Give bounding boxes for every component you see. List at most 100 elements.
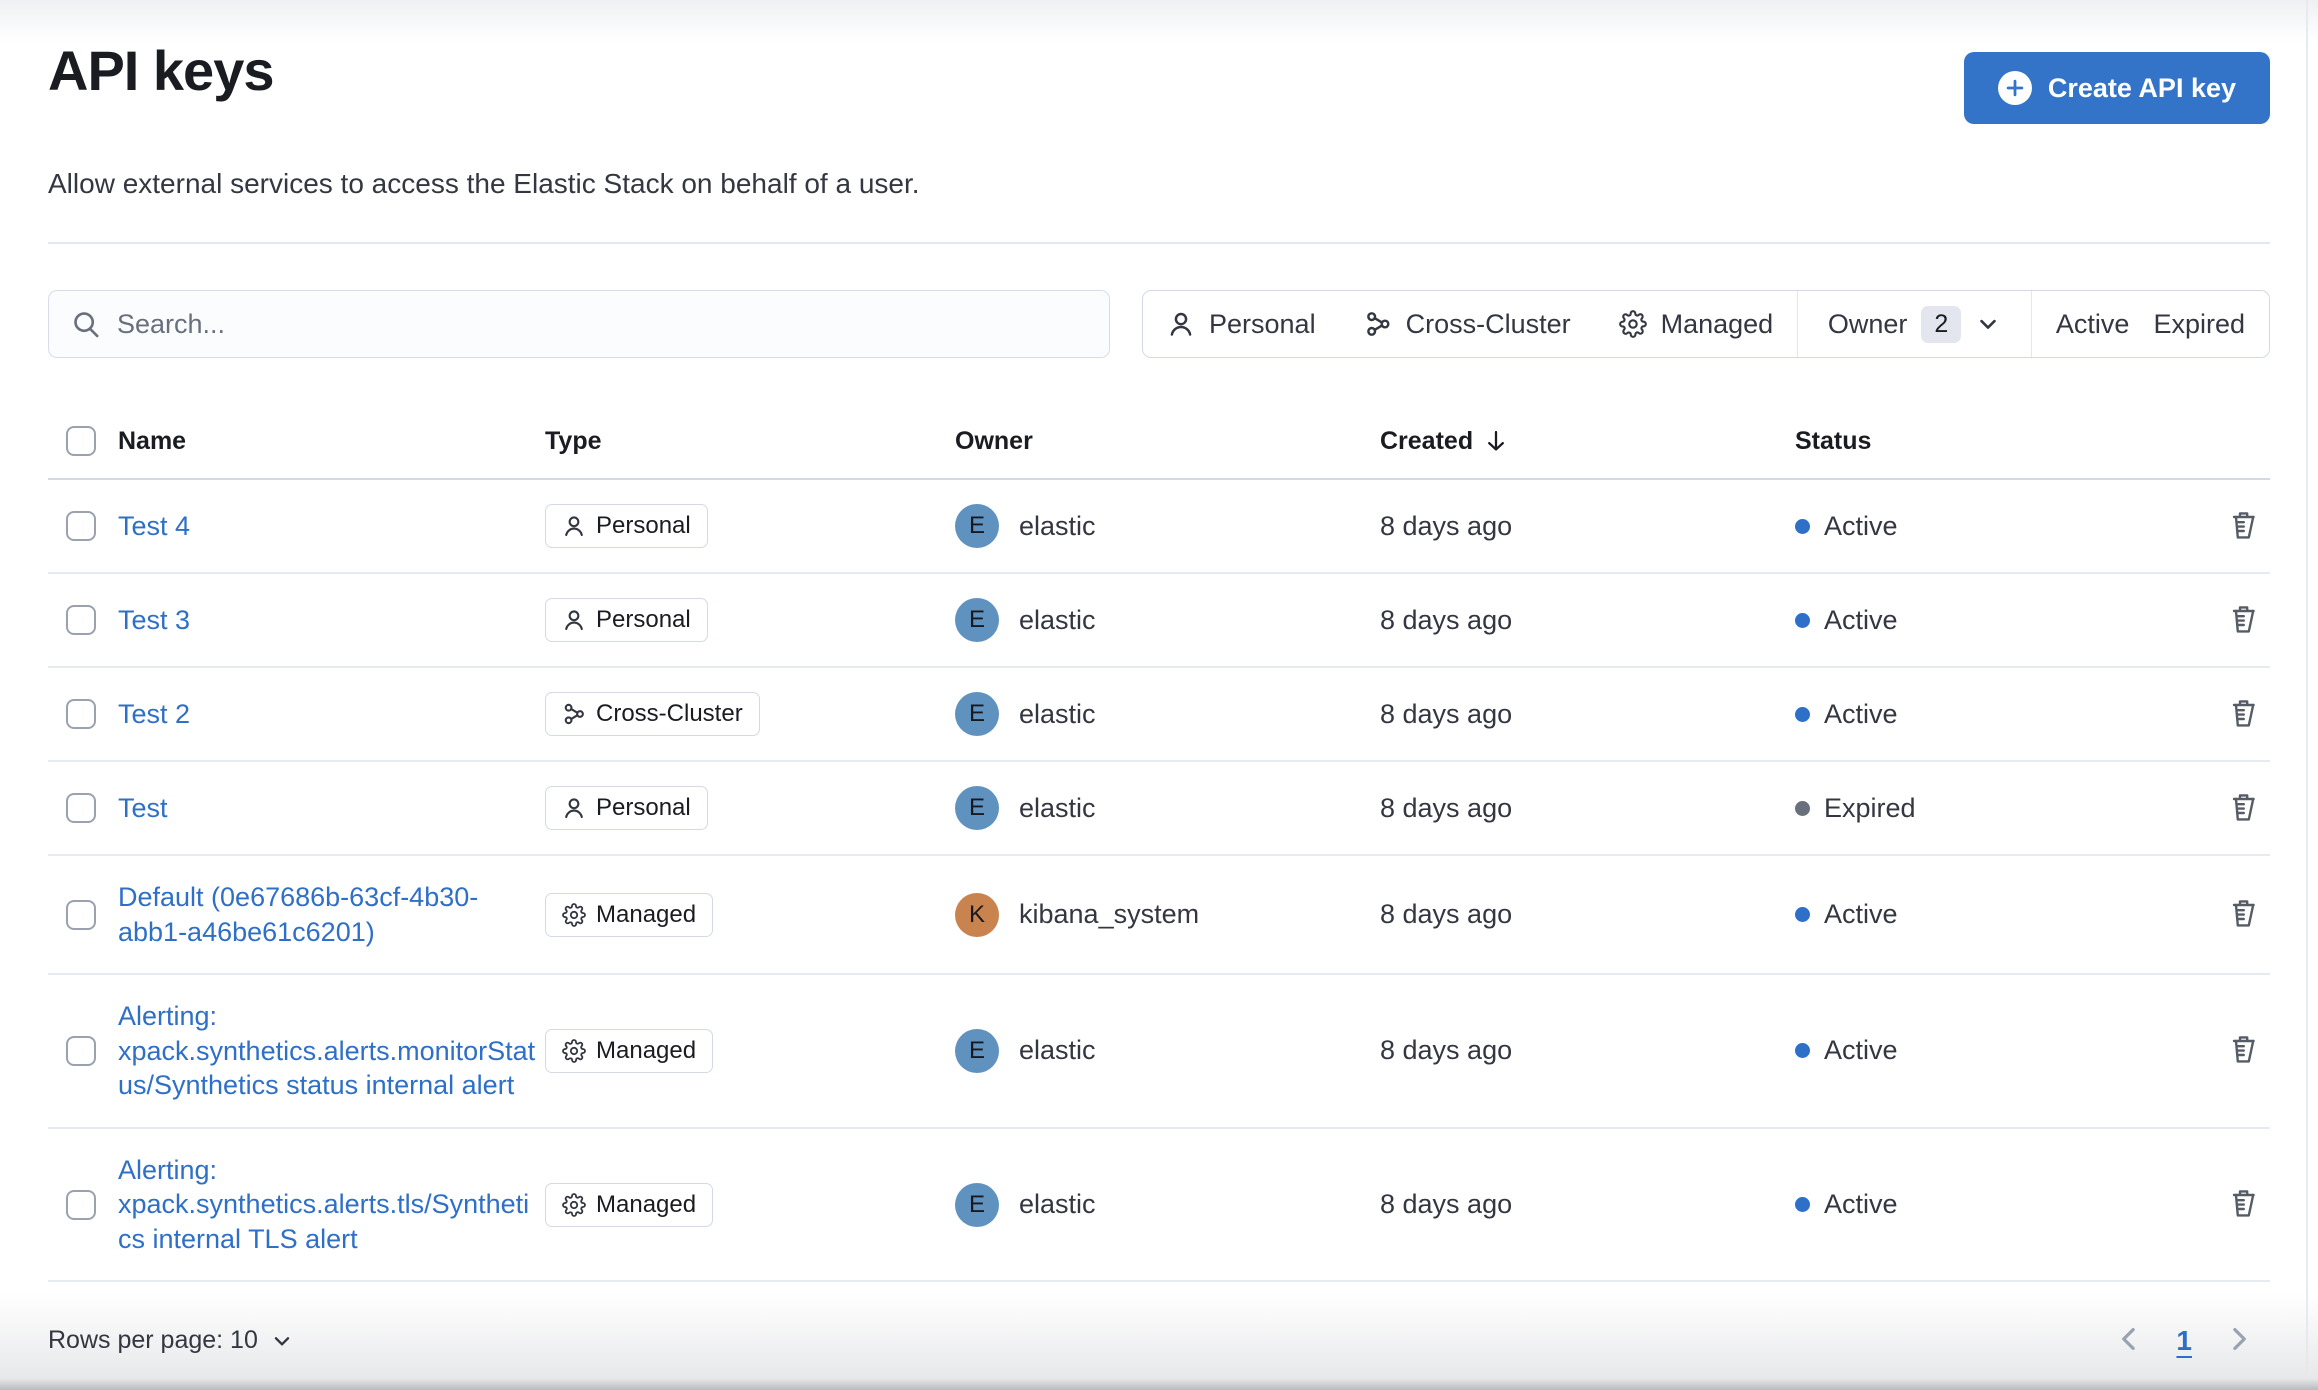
type-badge: Managed <box>545 892 714 937</box>
api-key-name-link[interactable]: Test 3 <box>118 603 190 638</box>
filter-owner-label: Owner <box>1827 308 1908 339</box>
table-row: Test 2 Cross-Cluster E elastic 8 days ag… <box>48 668 2270 762</box>
row-checkbox[interactable] <box>66 511 96 541</box>
delete-api-key-button[interactable] <box>2224 1029 2264 1072</box>
trash-icon <box>2232 793 2255 821</box>
create-api-key-button[interactable]: Create API key <box>1963 52 2270 124</box>
status-label: Active <box>1824 604 1898 635</box>
gear-icon <box>562 1192 586 1217</box>
status-dot <box>1795 706 1810 722</box>
filter-personal-button[interactable]: Personal <box>1143 291 1340 357</box>
rows-per-page-label: Rows per page: 10 <box>48 1326 258 1355</box>
delete-api-key-button[interactable] <box>2224 505 2264 548</box>
person-icon <box>565 610 583 631</box>
page-header: API keys Create API key <box>48 38 2270 124</box>
table-row: Test 3 Personal E elastic 8 days ago Act… <box>48 574 2270 668</box>
filter-active-label: Active <box>2055 308 2130 339</box>
select-all-checkbox[interactable] <box>66 426 96 456</box>
created-value: 8 days ago <box>1380 604 1513 635</box>
type-badge-label: Cross-Cluster <box>596 700 743 727</box>
row-checkbox[interactable] <box>66 1035 96 1066</box>
trash-icon <box>2232 900 2255 927</box>
gear-icon <box>562 1039 586 1063</box>
table-header-row: Name Type Owner Created Status <box>48 406 2270 480</box>
created-value: 8 days ago <box>1380 510 1513 541</box>
owner-avatar: K <box>955 892 999 937</box>
type-badge-label: Personal <box>596 794 691 821</box>
delete-api-key-button[interactable] <box>2224 893 2264 936</box>
person-icon <box>565 798 583 819</box>
owner-name: elastic <box>1019 510 1096 541</box>
table-row: Test Personal E elastic 8 days ago Expir… <box>48 762 2270 856</box>
filter-cross-cluster-button[interactable]: Cross-Cluster <box>1340 291 1595 357</box>
page-number-1[interactable]: 1 <box>2176 1325 2192 1357</box>
row-checkbox[interactable] <box>66 1189 96 1220</box>
trash-icon <box>2232 605 2255 633</box>
owner-name: elastic <box>1019 792 1096 823</box>
delete-api-key-button[interactable] <box>2224 787 2264 830</box>
owner-avatar: E <box>955 692 999 736</box>
plus-circle-icon <box>1997 71 2032 105</box>
owner-name: kibana_system <box>1019 899 1200 930</box>
filter-expired-toggle[interactable]: Expired <box>2141 291 2269 357</box>
row-checkbox[interactable] <box>66 899 96 930</box>
created-value: 8 days ago <box>1380 1035 1513 1066</box>
column-header-owner: Owner <box>955 426 1033 455</box>
gear-icon <box>1618 310 1647 338</box>
status-label: Expired <box>1824 792 1916 823</box>
delete-api-key-button[interactable] <box>2224 693 2264 736</box>
filter-cross-cluster-label: Cross-Cluster <box>1405 308 1571 339</box>
api-key-name-link[interactable]: Test 4 <box>118 509 190 544</box>
rows-per-page-button[interactable]: Rows per page: 10 <box>48 1326 294 1355</box>
filter-managed-button[interactable]: Managed <box>1595 291 1798 357</box>
type-badge: Managed <box>545 1028 714 1073</box>
table-row: Alerting: xpack.synthetics.alerts.tls/Sy… <box>48 1129 2270 1283</box>
filter-owner-dropdown[interactable]: Owner 2 <box>1798 291 2031 357</box>
row-checkbox[interactable] <box>66 699 96 729</box>
status-label: Active <box>1824 698 1898 729</box>
api-key-name-link[interactable]: Alerting: xpack.synthetics.alerts.tls/Sy… <box>118 1153 538 1257</box>
column-header-created[interactable]: Created <box>1380 427 1795 456</box>
owner-avatar: E <box>955 504 999 548</box>
created-value: 8 days ago <box>1380 899 1513 930</box>
status-dot <box>1795 1197 1810 1213</box>
filter-active-toggle[interactable]: Active <box>2032 291 2142 357</box>
status-label: Active <box>1824 1189 1898 1220</box>
search-input[interactable] <box>117 308 1087 340</box>
type-badge: Personal <box>545 598 708 642</box>
next-page-button[interactable] <box>2218 1318 2260 1363</box>
previous-page-button[interactable] <box>2108 1318 2150 1363</box>
type-badge: Cross-Cluster <box>545 692 760 736</box>
pagination: 1 <box>2108 1318 2270 1363</box>
api-keys-table: Name Type Owner Created Status Test 4 Pe… <box>48 406 2270 1283</box>
status-label: Active <box>1824 1035 1898 1066</box>
filter-personal-label: Personal <box>1209 308 1316 339</box>
trash-icon <box>2232 699 2255 727</box>
chevron-down-icon <box>274 1336 290 1346</box>
status-dot <box>1795 612 1810 628</box>
row-checkbox[interactable] <box>66 793 96 823</box>
type-badge: Personal <box>545 786 708 830</box>
delete-api-key-button[interactable] <box>2224 1183 2264 1226</box>
status-label: Active <box>1824 510 1898 541</box>
api-key-name-link[interactable]: Alerting: xpack.synthetics.alerts.monito… <box>118 999 538 1103</box>
filter-group: Personal Cross-Cluster Managed Owner 2 A… <box>1142 290 2270 358</box>
cross-cluster-icon <box>1366 312 1390 336</box>
chevron-down-icon <box>1980 319 1997 329</box>
status-dot <box>1795 518 1810 534</box>
chevron-left-icon <box>2122 1328 2136 1351</box>
chevron-right-icon <box>2233 1328 2246 1351</box>
api-key-name-link[interactable]: Test 2 <box>118 697 190 732</box>
filter-expired-label: Expired <box>2153 308 2245 339</box>
api-key-name-link[interactable]: Default (0e67686b-63cf-4b30-abb1-a46be61… <box>118 880 538 949</box>
delete-api-key-button[interactable] <box>2224 599 2264 642</box>
api-key-name-link[interactable]: Test <box>118 791 168 826</box>
owner-avatar: E <box>955 786 999 830</box>
column-header-name[interactable]: Name <box>118 427 545 456</box>
sort-descending-icon <box>1488 430 1505 451</box>
owner-count-badge: 2 <box>1921 305 1962 343</box>
table-row: Test 4 Personal E elastic 8 days ago Act… <box>48 480 2270 574</box>
row-checkbox[interactable] <box>66 605 96 635</box>
status-dot <box>1795 907 1810 923</box>
search-box[interactable] <box>48 290 1110 358</box>
